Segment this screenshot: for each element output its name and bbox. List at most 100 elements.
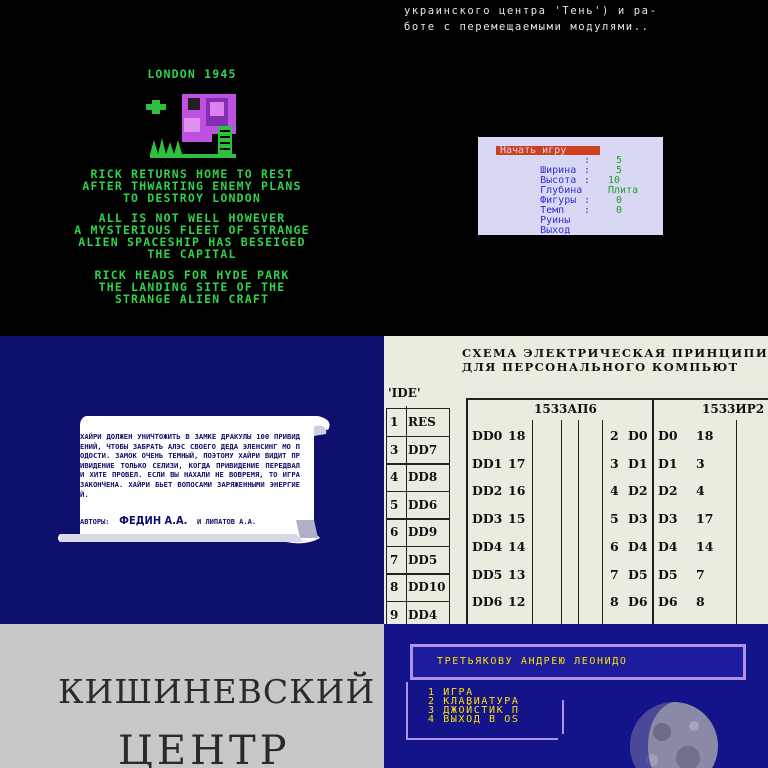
menu-item-start[interactable]: Начать игру (500, 146, 566, 156)
chip1-pin-left-num: 15 (508, 511, 526, 527)
chip-body-column (578, 420, 603, 624)
text-line: THE CAPITAL (147, 247, 237, 261)
ide-pin-number: 7 (390, 552, 399, 567)
menu-item-exit-os[interactable]: 4 ВЫХОД В OS (428, 715, 519, 725)
chip1-pin-left: DD3 (472, 511, 503, 527)
game-main-menu: ТРЕТЬЯКОВУ АНДРЕЮ ЛЕОНИДО 1 ИГРА 2 КЛАВИ… (384, 624, 768, 768)
title-line-1: КИШИНЕВСКИЙ (58, 672, 376, 711)
chip2-pin-left-num: 14 (696, 538, 714, 554)
chip1-pin-left-num: 16 (508, 483, 526, 499)
authors-label: АВТОРЫ: (80, 518, 110, 526)
chip1-pin-right-num: 3 (610, 455, 619, 471)
ide-pin-number: 6 (390, 525, 399, 539)
moon-icon (630, 702, 718, 768)
chip2-pin-left-num: 4 (696, 483, 705, 499)
chip1-pin-right: D3 (628, 511, 648, 527)
ide-pin-name: DD4 (408, 607, 438, 622)
tower-artwork (146, 94, 236, 158)
menu-item-exit[interactable]: Выход (504, 216, 570, 246)
ide-pin-number: 9 (390, 607, 399, 622)
chip1-pin-right: D0 (628, 428, 648, 443)
intro-paragraph-1: RICK RETURNS HOME TO REST AFTER THWARTIN… (0, 168, 384, 204)
chip1-pin-left: DD1 (472, 455, 503, 471)
chip1-pin-right: D6 (628, 594, 648, 610)
ide-pin-number: 3 (390, 442, 399, 457)
ide-pin-row: 9 DD4 (386, 600, 450, 624)
ide-pin-name: DD5 (408, 552, 438, 567)
chip1-pin-left-num: 13 (508, 566, 526, 582)
chip1-pin-right-num: 7 (610, 566, 619, 582)
chip1-pin-left: DD5 (472, 566, 503, 582)
chip2-pin-left: D6 (658, 594, 678, 610)
author-name: И ЛИПАТОВ А.А. (197, 518, 257, 526)
chip1-pin-left: DD6 (472, 594, 503, 610)
chip2-pin-left: D4 (658, 538, 678, 554)
schematic-title-line-2: ДЛЯ ПЕРСОНАЛЬНОГО КОМПЬЮТ (462, 360, 739, 374)
chip1-pin-left-num: 18 (508, 428, 526, 443)
title-photo-kishinev: КИШИНЕВСКИЙ ЦЕНТР (0, 624, 384, 768)
chip2-pin-left-num: 18 (696, 428, 714, 443)
chip2-pin-left: D3 (658, 511, 678, 527)
chip1-pin-left: DD2 (472, 483, 503, 499)
scroll-authors: АВТОРЫ: ФЕДИН А.А. И ЛИПАТОВ А.А. (80, 509, 256, 528)
ide-pin-name: RES (408, 415, 436, 429)
intro-paragraph-2: ALL IS NOT WELL HOWEVER A MYSTERIOUS FLE… (0, 212, 384, 260)
chip2-pin-left-num: 3 (696, 455, 705, 471)
ide-pin-row: 1 RES (386, 408, 450, 437)
description-line-2: боте с перемещаемыми модулями.. (404, 21, 650, 33)
menu-value: 0 (616, 205, 623, 216)
intro-title: LONDON 1945 (147, 67, 237, 81)
chip1-pin-right: D5 (628, 566, 648, 582)
chip2-pin-left-num: 17 (696, 511, 714, 527)
intro-paragraph-3: RICK HEADS FOR HYDE PARK THE LANDING SIT… (0, 269, 384, 305)
title-line-2: ЦЕНТР (118, 728, 291, 768)
game-settings-menu: Начать игру Ширина Высота Глубина Фигуры… (478, 137, 663, 236)
chip-body-column (736, 420, 765, 624)
chip-name: 1533АП6 (534, 402, 597, 416)
ide-pin-row: 7 DD5 (386, 545, 450, 575)
ide-pin-number: 1 (390, 415, 399, 429)
menu-sep: : (584, 175, 591, 186)
chip2-pin-left: D5 (658, 566, 678, 582)
chip1-pin-left-num: 12 (508, 594, 526, 610)
ide-pin-row: 6 DD9 (386, 518, 450, 547)
menu-value: Плита (608, 185, 639, 196)
ide-pin-name: DD6 (408, 497, 438, 512)
chip1-pin-left-num: 17 (508, 455, 526, 471)
chip1-pin-left: DD4 (472, 538, 503, 554)
circuit-schematic: СХЕМА ЭЛЕКТРИЧЕСКАЯ ПРИНЦИПИАЛЬНА ДЛЯ ПЕ… (384, 336, 768, 624)
chip1-pin-right-num: 2 (610, 428, 619, 443)
ide-pin-name: DD10 (408, 580, 446, 594)
chip1-pin-right-num: 5 (610, 511, 619, 527)
ide-pin-row: 8 DD10 (386, 573, 450, 602)
ide-pin-name: DD8 (408, 470, 438, 484)
chip1-pin-right-num: 4 (610, 483, 619, 499)
chip1-pin-right: D4 (628, 538, 648, 554)
ide-pin-row: 3 DD7 (386, 435, 450, 465)
ide-pin-row: 5 DD6 (386, 490, 450, 520)
chip1-pin-left-num: 14 (508, 538, 526, 554)
settings-screen: украинского центра 'Тень') и ра- боте с … (384, 0, 768, 336)
chip-name: 1533ИР2 (702, 402, 765, 416)
schematic-title-line-1: СХЕМА ЭЛЕКТРИЧЕСКАЯ ПРИНЦИПИАЛЬНА (462, 346, 768, 360)
scroll-story-screen: ХАЙРИ ДОЛЖЕН УНИЧТОЖИТЬ В ЗАМКЕ ДРАКУЛЫ … (0, 336, 384, 624)
author-text: ТРЕТЬЯКОВУ АНДРЕЮ ЛЕОНИДО (437, 656, 628, 667)
ide-pin-number: 4 (390, 470, 399, 484)
text-line: TO DESTROY LONDON (122, 191, 262, 205)
author-banner: ТРЕТЬЯКОВУ АНДРЕЮ ЛЕОНИДО (410, 644, 746, 680)
scroll-story-text: ХАЙРИ ДОЛЖЕН УНИЧТОЖИТЬ В ЗАМКЕ ДРАКУЛЫ … (80, 432, 300, 499)
chip1-pin-left: DD0 (472, 428, 503, 443)
chip1-pin-right: D1 (628, 455, 648, 471)
chip2-pin-left: D0 (658, 428, 678, 443)
chip1-pin-right-num: 8 (610, 594, 619, 610)
ide-pin-row: 4 DD8 (386, 463, 450, 492)
author-name: ФЕДИН А.А. (119, 514, 188, 527)
menu-sep: : (584, 205, 591, 216)
chip2-pin-left: D1 (658, 455, 678, 471)
description-line-1: украинского центра 'Тень') и ра- (404, 5, 658, 17)
ide-pin-number: 8 (390, 580, 399, 594)
chip2-pin-left-num: 8 (696, 594, 705, 610)
ide-pin-name: DD9 (408, 525, 438, 539)
chip-body-column (560, 420, 579, 624)
chip2-pin-left-num: 7 (696, 566, 705, 582)
